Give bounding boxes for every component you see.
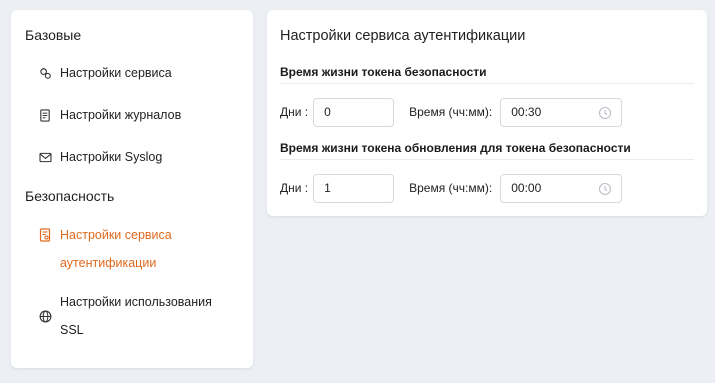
sidebar-item-label: Настройки сервиса аутентификации bbox=[60, 221, 172, 277]
days-label: Дни : bbox=[280, 181, 309, 195]
token-lifetime-row: Дни : Время (чч:мм): 00:30 bbox=[280, 97, 623, 127]
days-label: Дни : bbox=[280, 105, 309, 119]
sidebar-item-auth-service-settings[interactable]: Настройки сервиса аутентификации bbox=[37, 221, 245, 277]
token-time-picker[interactable]: 00:30 bbox=[500, 97, 623, 127]
group-title-refresh-token-lifetime: Время жизни токена обновления для токена… bbox=[280, 141, 694, 160]
clock-icon bbox=[598, 182, 612, 196]
clock-icon bbox=[598, 106, 612, 120]
mail-icon bbox=[37, 149, 53, 165]
auth-settings-card: Настройки сервиса аутентификации Время ж… bbox=[267, 10, 707, 216]
page: Базовые Настройки сервиса Настройки журн… bbox=[0, 0, 715, 383]
sidebar: Базовые Настройки сервиса Настройки журн… bbox=[11, 10, 253, 368]
token-days-input[interactable] bbox=[313, 97, 395, 127]
sidebar-item-label: Настройки использования SSL bbox=[60, 288, 212, 344]
time-value: 00:00 bbox=[511, 181, 542, 195]
service-settings-icon bbox=[37, 65, 53, 81]
label-line-2: SSL bbox=[60, 323, 84, 337]
refresh-token-lifetime-row: Дни : Время (чч:мм): 00:00 bbox=[280, 173, 623, 203]
refresh-token-days-input[interactable] bbox=[313, 173, 395, 203]
section-title-basic: Базовые bbox=[25, 27, 82, 43]
sidebar-item-journal-settings[interactable]: Настройки журналов bbox=[37, 101, 245, 129]
group-title-token-lifetime: Время жизни токена безопасности bbox=[280, 65, 694, 84]
sidebar-item-label: Настройки Syslog bbox=[60, 150, 163, 164]
page-title: Настройки сервиса аутентификации bbox=[280, 28, 526, 44]
time-label: Время (чч:мм): bbox=[409, 105, 493, 119]
sidebar-item-ssl-settings[interactable]: Настройки использования SSL bbox=[37, 288, 245, 344]
label-line-1: Настройки использования bbox=[60, 295, 212, 309]
journal-icon bbox=[37, 107, 53, 123]
sidebar-item-label: Настройки сервиса bbox=[60, 66, 172, 80]
globe-icon bbox=[37, 308, 53, 324]
sidebar-item-syslog-settings[interactable]: Настройки Syslog bbox=[37, 143, 245, 171]
time-value: 00:30 bbox=[511, 105, 542, 119]
auth-doc-icon bbox=[37, 227, 53, 243]
refresh-token-time-picker[interactable]: 00:00 bbox=[500, 173, 623, 203]
label-line-2: аутентификации bbox=[60, 256, 157, 270]
section-title-security: Безопасность bbox=[25, 188, 115, 204]
sidebar-item-service-settings[interactable]: Настройки сервиса bbox=[37, 59, 245, 87]
label-line-1: Настройки сервиса bbox=[60, 228, 172, 242]
time-label: Время (чч:мм): bbox=[409, 181, 493, 195]
sidebar-item-label: Настройки журналов bbox=[60, 108, 182, 122]
